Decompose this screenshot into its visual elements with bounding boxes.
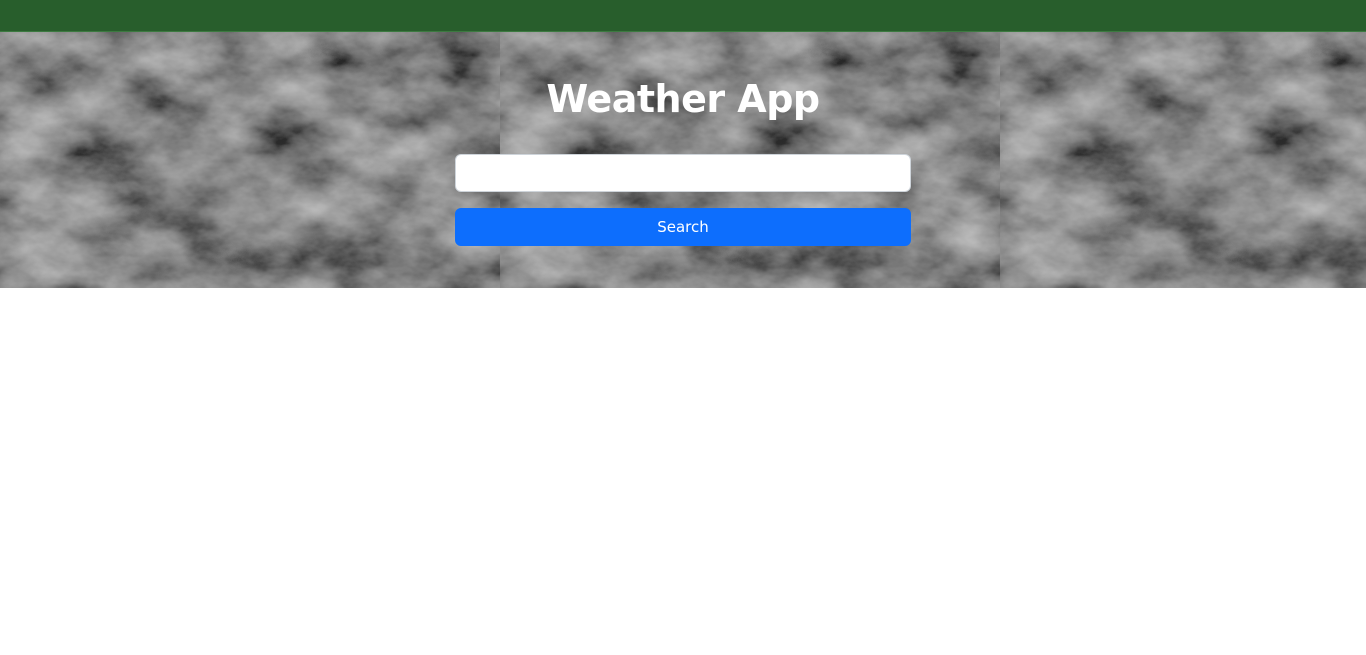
app-title: Weather App [546, 77, 820, 121]
search-input[interactable] [455, 154, 911, 192]
top-nav-bar [0, 0, 1366, 32]
search-panel: Weather App Search [0, 32, 1366, 288]
search-button[interactable]: Search [455, 208, 911, 246]
hero-banner: Weather App Search [0, 32, 1366, 288]
